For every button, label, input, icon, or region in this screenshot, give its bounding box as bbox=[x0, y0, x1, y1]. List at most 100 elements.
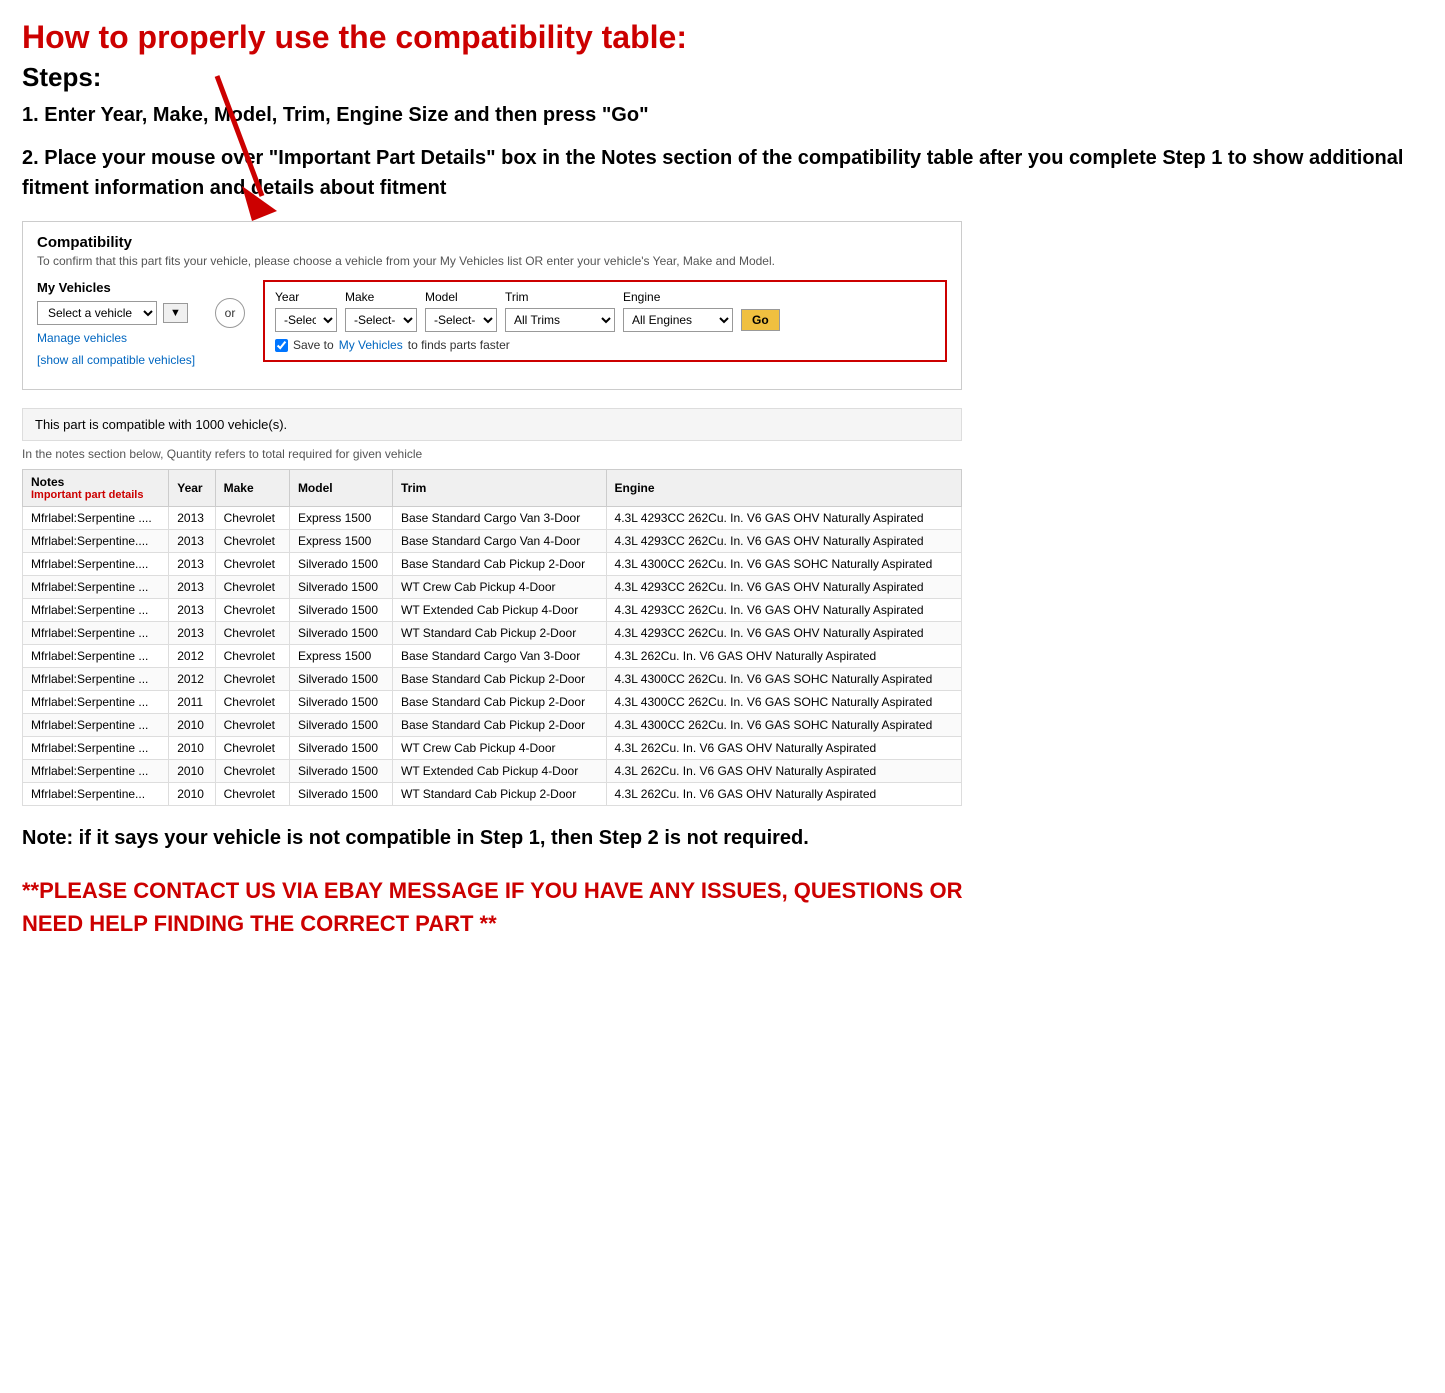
cell-make: Chevrolet bbox=[215, 530, 289, 553]
table-row: Mfrlabel:Serpentine ...2012ChevroletSilv… bbox=[23, 668, 962, 691]
cell-model: Silverado 1500 bbox=[289, 576, 392, 599]
steps-heading: Steps: bbox=[22, 62, 1423, 93]
cell-year: 2013 bbox=[169, 622, 215, 645]
col-header-engine: Engine bbox=[606, 470, 961, 507]
cell-make: Chevrolet bbox=[215, 622, 289, 645]
table-row: Mfrlabel:Serpentine ...2012ChevroletExpr… bbox=[23, 645, 962, 668]
save-label: Save to bbox=[293, 338, 334, 352]
engine-label: Engine bbox=[623, 290, 733, 304]
year-select[interactable]: -Select- bbox=[275, 308, 337, 332]
cell-engine: 4.3L 4293CC 262Cu. In. V6 GAS OHV Natura… bbox=[606, 507, 961, 530]
cell-make: Chevrolet bbox=[215, 783, 289, 806]
model-select[interactable]: -Select- bbox=[425, 308, 497, 332]
arrow-compat-wrapper: Compatibility To confirm that this part … bbox=[22, 221, 962, 806]
cell-notes: Mfrlabel:Serpentine ... bbox=[23, 691, 169, 714]
cell-model: Silverado 1500 bbox=[289, 622, 392, 645]
cell-engine: 4.3L 4300CC 262Cu. In. V6 GAS SOHC Natur… bbox=[606, 553, 961, 576]
cell-engine: 4.3L 4300CC 262Cu. In. V6 GAS SOHC Natur… bbox=[606, 714, 961, 737]
cell-trim: Base Standard Cab Pickup 2-Door bbox=[393, 553, 607, 576]
col-header-model: Model bbox=[289, 470, 392, 507]
cell-model: Express 1500 bbox=[289, 645, 392, 668]
cell-make: Chevrolet bbox=[215, 576, 289, 599]
cell-model: Silverado 1500 bbox=[289, 737, 392, 760]
table-row: Mfrlabel:Serpentine ...2013ChevroletSilv… bbox=[23, 599, 962, 622]
cell-notes: Mfrlabel:Serpentine .... bbox=[23, 507, 169, 530]
cell-engine: 4.3L 4293CC 262Cu. In. V6 GAS OHV Natura… bbox=[606, 599, 961, 622]
table-row: Mfrlabel:Serpentine ...2011ChevroletSilv… bbox=[23, 691, 962, 714]
cell-trim: Base Standard Cargo Van 3-Door bbox=[393, 507, 607, 530]
col-header-trim: Trim bbox=[393, 470, 607, 507]
make-select[interactable]: -Select- bbox=[345, 308, 417, 332]
contact-text: **PLEASE CONTACT US VIA EBAY MESSAGE IF … bbox=[22, 874, 1002, 940]
cell-trim: Base Standard Cab Pickup 2-Door bbox=[393, 668, 607, 691]
cell-notes: Mfrlabel:Serpentine... bbox=[23, 783, 169, 806]
cell-year: 2013 bbox=[169, 576, 215, 599]
cell-trim: WT Extended Cab Pickup 4-Door bbox=[393, 599, 607, 622]
table-row: Mfrlabel:Serpentine...2010ChevroletSilve… bbox=[23, 783, 962, 806]
save-checkbox[interactable] bbox=[275, 339, 288, 352]
save-checkbox-row: Save to My Vehicles to finds parts faste… bbox=[275, 338, 935, 352]
trim-select[interactable]: All Trims bbox=[505, 308, 615, 332]
ymte-section: Year Make Model Trim Engine -Select- -Se… bbox=[263, 280, 947, 362]
model-label: Model bbox=[425, 290, 497, 304]
cell-make: Chevrolet bbox=[215, 645, 289, 668]
table-row: Mfrlabel:Serpentine ...2013ChevroletSilv… bbox=[23, 622, 962, 645]
cell-model: Silverado 1500 bbox=[289, 714, 392, 737]
engine-select[interactable]: All Engines bbox=[623, 308, 733, 332]
cell-notes: Mfrlabel:Serpentine ... bbox=[23, 645, 169, 668]
make-label: Make bbox=[345, 290, 417, 304]
cell-year: 2013 bbox=[169, 507, 215, 530]
table-row: Mfrlabel:Serpentine ...2010ChevroletSilv… bbox=[23, 760, 962, 783]
table-body: Mfrlabel:Serpentine ....2013ChevroletExp… bbox=[23, 507, 962, 806]
cell-model: Express 1500 bbox=[289, 530, 392, 553]
compat-top-row: My Vehicles Select a vehicle ▼ Manage ve… bbox=[37, 280, 947, 367]
compatibility-box: Compatibility To confirm that this part … bbox=[22, 221, 962, 390]
cell-year: 2010 bbox=[169, 714, 215, 737]
table-row: Mfrlabel:Serpentine ...2010ChevroletSilv… bbox=[23, 737, 962, 760]
col-header-notes: Notes Important part details bbox=[23, 470, 169, 507]
quantity-note: In the notes section below, Quantity ref… bbox=[22, 447, 962, 461]
cell-model: Silverado 1500 bbox=[289, 599, 392, 622]
notes-sub-label: Important part details bbox=[31, 489, 160, 501]
my-vehicles-label: My Vehicles bbox=[37, 280, 197, 295]
cell-make: Chevrolet bbox=[215, 599, 289, 622]
cell-year: 2010 bbox=[169, 760, 215, 783]
cell-engine: 4.3L 4293CC 262Cu. In. V6 GAS OHV Natura… bbox=[606, 530, 961, 553]
my-vehicles-save-link[interactable]: My Vehicles bbox=[339, 338, 403, 352]
cell-trim: Base Standard Cab Pickup 2-Door bbox=[393, 714, 607, 737]
show-all-link[interactable]: [show all compatible vehicles] bbox=[37, 353, 195, 367]
cell-model: Silverado 1500 bbox=[289, 760, 392, 783]
cell-trim: WT Crew Cab Pickup 4-Door bbox=[393, 576, 607, 599]
ymte-inputs: -Select- -Select- -Select- All Trims All… bbox=[275, 308, 935, 332]
compat-notice: This part is compatible with 1000 vehicl… bbox=[22, 408, 962, 441]
manage-vehicles-link[interactable]: Manage vehicles bbox=[37, 331, 197, 345]
compat-subtitle: To confirm that this part fits your vehi… bbox=[37, 254, 947, 268]
cell-notes: Mfrlabel:Serpentine ... bbox=[23, 622, 169, 645]
ymte-labels: Year Make Model Trim Engine bbox=[275, 290, 935, 304]
cell-make: Chevrolet bbox=[215, 760, 289, 783]
cell-notes: Mfrlabel:Serpentine ... bbox=[23, 668, 169, 691]
cell-model: Silverado 1500 bbox=[289, 668, 392, 691]
cell-engine: 4.3L 4293CC 262Cu. In. V6 GAS OHV Natura… bbox=[606, 622, 961, 645]
or-circle: or bbox=[215, 298, 245, 328]
cell-make: Chevrolet bbox=[215, 737, 289, 760]
table-header-row: Notes Important part details Year Make M… bbox=[23, 470, 962, 507]
cell-trim: Base Standard Cargo Van 4-Door bbox=[393, 530, 607, 553]
my-vehicles-section: My Vehicles Select a vehicle ▼ Manage ve… bbox=[37, 280, 197, 367]
cell-make: Chevrolet bbox=[215, 668, 289, 691]
compat-title: Compatibility bbox=[37, 234, 947, 251]
vehicle-select[interactable]: Select a vehicle bbox=[37, 301, 157, 325]
cell-make: Chevrolet bbox=[215, 691, 289, 714]
go-button[interactable]: Go bbox=[741, 309, 780, 331]
cell-year: 2013 bbox=[169, 599, 215, 622]
cell-year: 2012 bbox=[169, 645, 215, 668]
cell-trim: WT Standard Cab Pickup 2-Door bbox=[393, 622, 607, 645]
table-row: Mfrlabel:Serpentine....2013ChevroletExpr… bbox=[23, 530, 962, 553]
trim-label: Trim bbox=[505, 290, 615, 304]
cell-engine: 4.3L 262Cu. In. V6 GAS OHV Naturally Asp… bbox=[606, 783, 961, 806]
col-header-year: Year bbox=[169, 470, 215, 507]
cell-make: Chevrolet bbox=[215, 507, 289, 530]
cell-engine: 4.3L 4300CC 262Cu. In. V6 GAS SOHC Natur… bbox=[606, 691, 961, 714]
col-header-make: Make bbox=[215, 470, 289, 507]
dropdown-arrow-icon[interactable]: ▼ bbox=[163, 303, 188, 323]
